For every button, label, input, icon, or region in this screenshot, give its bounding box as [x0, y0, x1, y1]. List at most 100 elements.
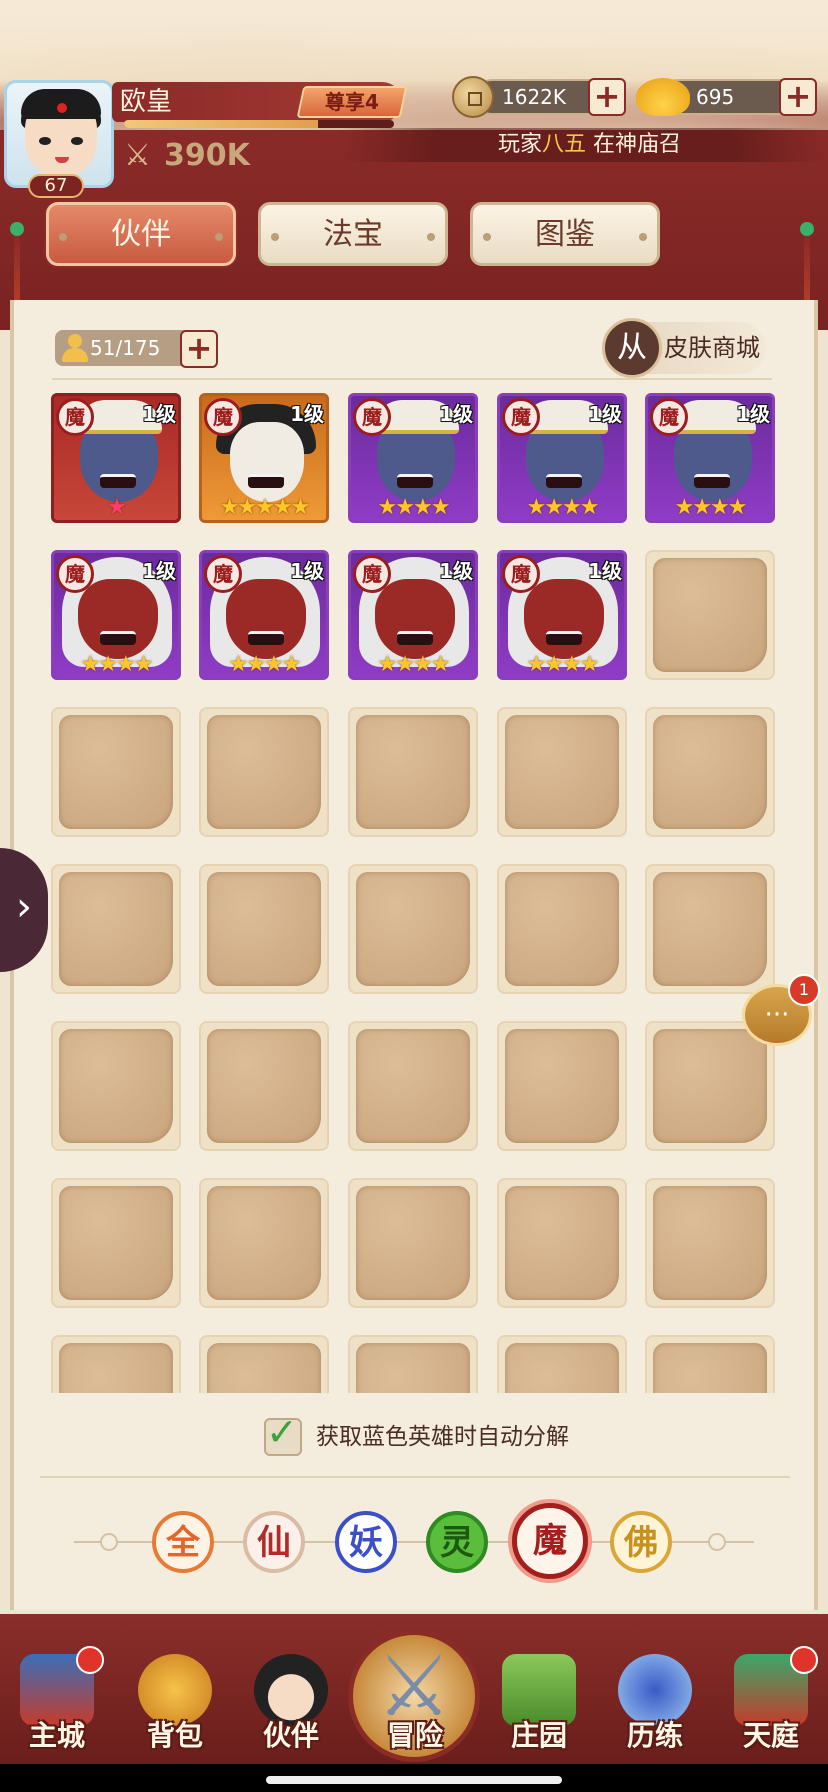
empty-slot-inner — [59, 1186, 173, 1300]
nav-label: 主城 — [28, 1719, 85, 1752]
empty-slot-inner — [653, 1343, 767, 1393]
empty-slot[interactable] — [51, 707, 181, 837]
hero-card[interactable]: 魔 1级 ★★★★ — [199, 550, 329, 680]
empty-slot-inner — [356, 1186, 470, 1300]
hero-mouth — [248, 631, 284, 645]
skin-shop-icon[interactable]: 从 — [602, 318, 662, 378]
filter-ling-button[interactable]: 灵 — [426, 1511, 488, 1573]
hero-card[interactable]: 魔 1级 ★★★★ — [348, 393, 478, 523]
person-icon — [62, 334, 88, 362]
empty-slot[interactable] — [51, 1335, 181, 1393]
empty-slot[interactable] — [199, 1335, 329, 1393]
nav-manor[interactable]: 庄园 — [484, 1650, 594, 1760]
nav-adventure[interactable]: 冒险 — [360, 1650, 470, 1760]
empty-slot[interactable] — [497, 1021, 627, 1151]
empty-slot[interactable] — [348, 707, 478, 837]
add-ingots-button[interactable]: + — [779, 78, 817, 116]
hero-card[interactable]: 魔 1级 ★★★★ — [497, 393, 627, 523]
hero-stars: ★★★★ — [526, 495, 600, 520]
hero-portrait — [524, 579, 604, 659]
hero-portrait — [78, 579, 158, 659]
nav-partners[interactable]: 伙伴 — [236, 1650, 346, 1760]
empty-slot[interactable] — [497, 1335, 627, 1393]
nav-training[interactable]: 历练 — [600, 1650, 710, 1760]
hero-card[interactable]: 魔 1级 ★★★★ — [497, 550, 627, 680]
broadcast-suffix: 在神庙召 — [586, 132, 682, 157]
empty-slot[interactable] — [645, 550, 775, 680]
hero-stars: ★★★★★ — [219, 495, 311, 520]
tab-label: 法宝 — [323, 217, 383, 252]
nav-label: 背包 — [146, 1719, 203, 1752]
empty-slot[interactable] — [199, 707, 329, 837]
empty-slot[interactable] — [348, 1335, 478, 1393]
hero-level: 1级 — [142, 402, 176, 426]
chat-notification-badge: 1 — [788, 974, 820, 1006]
empty-slot[interactable] — [348, 1178, 478, 1308]
filter-fo-button[interactable]: 佛 — [610, 1511, 672, 1573]
broadcast-player: 八五 — [542, 132, 587, 157]
broadcast-message: 玩家八五 在神庙召 — [498, 128, 681, 162]
hero-mouth — [397, 631, 433, 645]
empty-slot-inner — [653, 1029, 767, 1143]
filter-mo-button[interactable]: 魔 — [512, 1503, 588, 1579]
nav-backpack[interactable]: 背包 — [120, 1650, 230, 1760]
checkmark-icon[interactable]: ✓ — [266, 1410, 298, 1454]
hero-card[interactable]: 魔 1级 ★★★★★ — [199, 393, 329, 523]
filter-all-button[interactable]: 全 — [152, 1511, 214, 1573]
nav-label: 冒险 — [386, 1719, 443, 1752]
avatar-eye — [71, 137, 83, 145]
player-avatar[interactable] — [4, 80, 114, 188]
hero-card[interactable]: 魔 1级 ★ — [51, 393, 181, 523]
empty-slot[interactable] — [645, 1178, 775, 1308]
faction-seal-icon: 魔 — [204, 398, 242, 436]
empty-slot[interactable] — [51, 1178, 181, 1308]
nav-notification-dot — [76, 1646, 104, 1674]
empty-slot[interactable] — [51, 864, 181, 994]
crossed-swords-icon: ⚔ — [124, 138, 151, 173]
empty-slot[interactable] — [199, 1178, 329, 1308]
auto-decompose-label[interactable]: 获取蓝色英雄时自动分解 — [316, 1418, 569, 1456]
add-coins-button[interactable]: + — [588, 78, 626, 116]
tab-label: 伙伴 — [111, 217, 171, 252]
tab-codex[interactable]: 图鉴 — [470, 202, 660, 266]
tab-ornament — [59, 233, 67, 241]
empty-slot[interactable] — [51, 1021, 181, 1151]
filter-yao-button[interactable]: 妖 — [335, 1511, 397, 1573]
hero-stars: ★★★★ — [526, 652, 600, 677]
empty-slot-inner — [207, 872, 321, 986]
hero-card[interactable]: 魔 1级 ★★★★ — [348, 550, 478, 680]
hero-card[interactable]: 魔 1级 ★★★★ — [51, 550, 181, 680]
empty-slot[interactable] — [348, 864, 478, 994]
partner-grid: 魔 1级 ★ 魔 1级 ★★★★★ 魔 1级 ★★★★ 魔 1级 ★★★★ 魔 1级 ★★★★ 魔 1级 ★★★★… — [51, 393, 781, 1393]
empty-slot[interactable] — [645, 1021, 775, 1151]
home-indicator[interactable] — [266, 1776, 562, 1784]
copper-coin-icon — [452, 76, 494, 118]
hero-mouth — [546, 631, 582, 645]
tab-label: 图鉴 — [535, 217, 595, 252]
empty-slot-inner — [356, 1343, 470, 1393]
vip-label[interactable]: 尊享4 — [300, 86, 404, 118]
empty-slot[interactable] — [497, 1178, 627, 1308]
hero-level: 1级 — [290, 402, 324, 426]
expand-slots-button[interactable]: + — [180, 330, 218, 368]
empty-slot-inner — [505, 715, 619, 829]
exp-bar — [124, 120, 394, 128]
empty-slot-inner — [653, 872, 767, 986]
empty-slot[interactable] — [497, 864, 627, 994]
empty-slot[interactable] — [645, 707, 775, 837]
hero-mouth — [100, 474, 136, 488]
empty-slot[interactable] — [199, 1021, 329, 1151]
skin-shop-label[interactable]: 皮肤商城 — [664, 330, 760, 366]
hero-card[interactable]: 魔 1级 ★★★★ — [645, 393, 775, 523]
empty-slot[interactable] — [645, 1335, 775, 1393]
filter-xian-button[interactable]: 仙 — [243, 1511, 305, 1573]
empty-slot[interactable] — [199, 864, 329, 994]
empty-slot[interactable] — [497, 707, 627, 837]
tab-treasures[interactable]: 法宝 — [258, 202, 448, 266]
empty-slot[interactable] — [348, 1021, 478, 1151]
avatar-forehead-mark — [57, 103, 67, 113]
broadcast-prefix: 玩家 — [498, 132, 543, 157]
empty-slot[interactable] — [645, 864, 775, 994]
tab-partners[interactable]: 伙伴 — [46, 202, 236, 266]
hero-level: 1级 — [439, 402, 473, 426]
